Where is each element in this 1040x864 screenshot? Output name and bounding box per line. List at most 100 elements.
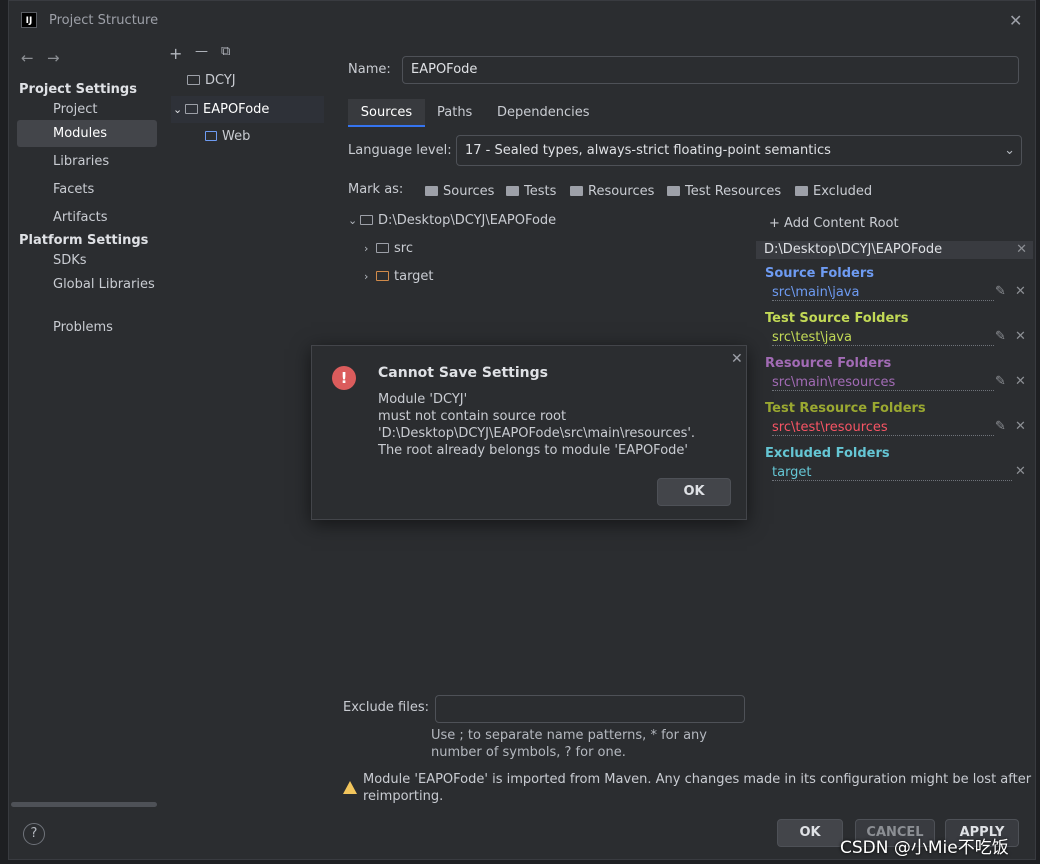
nav-item-problems[interactable]: Problems — [53, 320, 113, 335]
chevron-down-icon[interactable]: ⌄ — [173, 96, 185, 123]
resources-folder-icon — [570, 186, 583, 196]
module-name-input[interactable]: EAPOFode — [402, 56, 1019, 84]
edit-pencil-icon[interactable]: ✎ — [995, 329, 1006, 344]
platform-settings-header: Platform Settings — [19, 233, 149, 248]
chevron-right-icon[interactable]: › — [364, 242, 376, 255]
remove-content-root-icon[interactable]: ✕ — [1016, 241, 1027, 259]
csdn-watermark: CSDN @小Mie不吃饭 — [840, 838, 1009, 858]
edit-pencil-icon[interactable]: ✎ — [995, 419, 1006, 434]
name-label: Name: — [348, 62, 391, 77]
nav-item-artifacts[interactable]: Artifacts — [53, 210, 108, 225]
ok-button[interactable]: OK — [777, 819, 843, 847]
sources-folder-icon — [425, 186, 438, 196]
resource-folders-title: Resource Folders — [765, 356, 892, 371]
folder-label: src — [394, 241, 413, 256]
excluded-folder-path: target — [772, 465, 1012, 481]
test-resource-folder-path: src\test\resources — [772, 420, 994, 436]
mark-as-label: Mark as: — [348, 182, 404, 197]
tab-dependencies[interactable]: Dependencies — [497, 99, 590, 127]
content-tree-root[interactable]: ⌄ D:\Desktop\DCYJ\EAPOFode — [348, 213, 556, 228]
dialog-message-line4: The root already belongs to module 'EAPO… — [378, 443, 688, 458]
tab-sources[interactable]: Sources — [348, 99, 425, 127]
nav-item-sdks[interactable]: SDKs — [53, 253, 87, 268]
mark-label: Resources — [588, 184, 655, 199]
mark-label: Tests — [524, 184, 557, 199]
test-resource-folders-title: Test Resource Folders — [765, 401, 926, 416]
resource-folder-path: src\main\resources — [772, 375, 994, 391]
module-folder-icon — [187, 75, 200, 85]
chevron-down-icon[interactable]: ⌄ — [348, 214, 360, 227]
project-settings-header: Project Settings — [19, 82, 137, 97]
maven-warning-line2: reimporting. — [363, 789, 444, 804]
source-folder-path: src\main\java — [772, 285, 994, 301]
dialog-ok-button[interactable]: OK — [657, 478, 731, 506]
edit-pencil-icon[interactable]: ✎ — [995, 284, 1006, 299]
source-folders-title: Source Folders — [765, 266, 875, 281]
project-structure-window: IJ Project Structure ✕ ← → Project Setti… — [8, 0, 1036, 860]
test-source-folders-title: Test Source Folders — [765, 311, 909, 326]
mark-label: Excluded — [813, 184, 873, 199]
module-label: DCYJ — [205, 73, 236, 88]
mark-as-sources-button[interactable]: Sources — [425, 184, 494, 199]
excluded-folder-icon — [795, 186, 808, 196]
language-level-select[interactable]: 17 - Sealed types, always-strict floatin… — [456, 135, 1022, 166]
dialog-message-line2: must not contain source root — [378, 409, 567, 424]
left-scrollbar[interactable] — [11, 802, 157, 807]
test-resources-folder-icon — [667, 186, 680, 196]
dialog-message-line3: 'D:\Desktop\DCYJ\EAPOFode\src\main\resou… — [378, 426, 696, 441]
exclude-hint-line1: Use ; to separate name patterns, * for a… — [431, 728, 707, 743]
mark-as-tests-button[interactable]: Tests — [506, 184, 556, 199]
remove-icon[interactable]: ✕ — [1015, 284, 1026, 299]
intellij-app-icon: IJ — [21, 12, 37, 28]
module-tree-item-eapofode[interactable]: ⌄ EAPOFode — [171, 96, 324, 123]
nav-item-libraries[interactable]: Libraries — [53, 154, 109, 169]
help-icon[interactable]: ? — [23, 823, 45, 845]
mark-as-resources-button[interactable]: Resources — [570, 184, 654, 199]
remove-icon[interactable]: ✕ — [1015, 374, 1026, 389]
module-tree-item-dcyj[interactable]: DCYJ — [187, 73, 236, 88]
mark-as-excluded-button[interactable]: Excluded — [795, 184, 872, 199]
exclude-files-input[interactable] — [435, 695, 745, 723]
content-root-path: D:\Desktop\DCYJ\EAPOFode — [764, 242, 943, 257]
mark-label: Sources — [443, 184, 495, 199]
language-level-value: 17 - Sealed types, always-strict floatin… — [465, 143, 831, 158]
remove-icon[interactable]: ✕ — [1015, 464, 1026, 479]
content-tree-src[interactable]: › src — [364, 241, 413, 256]
exclude-files-label: Exclude files: — [343, 700, 430, 715]
forward-arrow-icon[interactable]: → — [47, 49, 60, 67]
nav-item-global-libraries[interactable]: Global Libraries — [53, 277, 155, 292]
chevron-down-icon: ⌄ — [1004, 143, 1015, 158]
content-tree-target[interactable]: › target — [364, 269, 434, 284]
content-root-header: D:\Desktop\DCYJ\EAPOFode ✕ — [756, 241, 1033, 259]
tab-paths[interactable]: Paths — [437, 99, 472, 127]
window-close-icon[interactable]: ✕ — [1009, 13, 1022, 29]
chevron-right-icon[interactable]: › — [364, 270, 376, 283]
add-module-icon[interactable]: + — [169, 44, 182, 63]
folder-icon — [360, 215, 373, 225]
exclude-hint-line2: number of symbols, ? for one. — [431, 745, 626, 760]
folder-label: target — [394, 269, 434, 284]
cannot-save-dialog: ✕ ! Cannot Save Settings Module 'DCYJ' m… — [311, 345, 747, 520]
error-icon: ! — [332, 366, 356, 390]
dialog-title: Cannot Save Settings — [378, 365, 548, 381]
module-folder-icon — [185, 104, 198, 114]
add-content-root-button[interactable]: + Add Content Root — [769, 216, 899, 231]
dialog-close-icon[interactable]: ✕ — [731, 351, 743, 367]
mark-label: Test Resources — [685, 184, 782, 199]
excluded-folder-icon — [376, 271, 389, 281]
language-level-label: Language level: — [348, 143, 452, 158]
remove-icon[interactable]: ✕ — [1015, 419, 1026, 434]
edit-pencil-icon[interactable]: ✎ — [995, 374, 1006, 389]
nav-item-modules[interactable]: Modules — [17, 120, 157, 147]
nav-item-facets[interactable]: Facets — [53, 182, 94, 197]
remove-module-icon[interactable]: — — [195, 44, 208, 59]
back-arrow-icon[interactable]: ← — [21, 49, 34, 67]
window-title: Project Structure — [49, 13, 159, 28]
mark-as-test-resources-button[interactable]: Test Resources — [667, 184, 781, 199]
nav-item-project[interactable]: Project — [53, 102, 97, 117]
tests-folder-icon — [506, 186, 519, 196]
module-tree-item-web[interactable]: Web — [205, 129, 250, 144]
copy-module-icon[interactable]: ⧉ — [221, 44, 230, 59]
excluded-folders-title: Excluded Folders — [765, 446, 890, 461]
remove-icon[interactable]: ✕ — [1015, 329, 1026, 344]
